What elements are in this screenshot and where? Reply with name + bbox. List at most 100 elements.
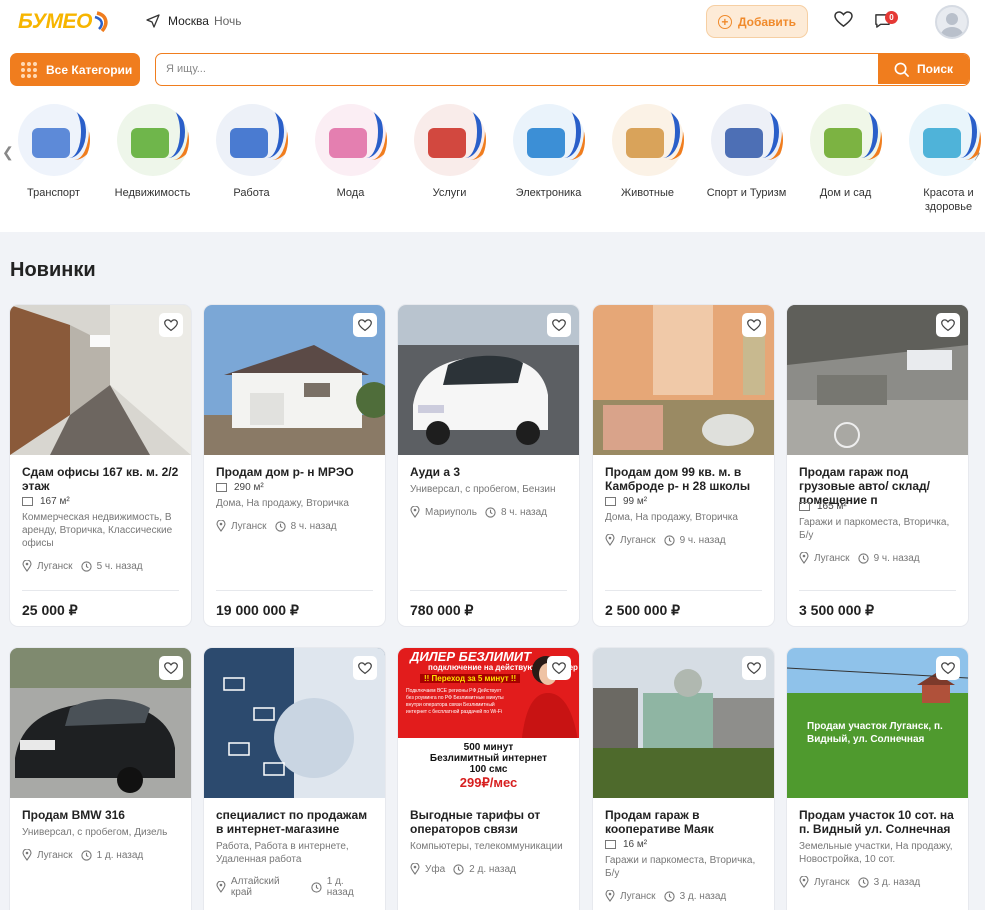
listing-time: 3 д. назад — [679, 890, 727, 902]
search-bar: Поиск — [155, 53, 970, 86]
listing-photo[interactable] — [593, 305, 774, 455]
listing-category: Универсал, с пробегом, Бензин — [410, 484, 556, 495]
listing-title[interactable]: Продам гараж под грузовые авто/ склад/ п… — [799, 465, 956, 506]
category-services[interactable]: Услуги — [400, 104, 499, 200]
listing-card[interactable]: специалист по продажам в интернет-магази… — [204, 648, 385, 910]
category-electronics[interactable]: Электроника — [499, 104, 598, 200]
category-real-estate[interactable]: Недвижимость — [103, 104, 202, 200]
listing-card[interactable]: Ауди а 3 Универсал, с пробегом, Бензин М… — [398, 305, 579, 626]
listing-title[interactable]: Продам BMW 316 — [22, 808, 179, 822]
location-selector[interactable]: Москва Ночь — [146, 14, 242, 28]
listing-photo[interactable] — [787, 305, 968, 455]
category-label: Услуги — [432, 187, 467, 199]
listing-card[interactable]: Продам участок Луганск, п. Видный, ул. С… — [787, 648, 968, 910]
search-input[interactable] — [156, 54, 878, 84]
location-pin-icon — [799, 876, 809, 888]
listing-card[interactable]: ДИЛЕР БЕЗЛИМИТ подключение на действующи… — [398, 648, 579, 910]
favorite-button[interactable] — [742, 656, 766, 680]
clock-icon — [857, 552, 869, 564]
listing-photo[interactable] — [204, 305, 385, 455]
listing-card[interactable]: Сдам офисы 167 кв. м. 2/2 этаж 167 м² Ко… — [10, 305, 191, 626]
listing-category: Универсал, с пробегом, Дизель — [22, 827, 168, 838]
house-icon — [116, 104, 189, 176]
site-logo[interactable]: БУМЕО — [18, 9, 110, 35]
favorite-button[interactable] — [159, 656, 183, 680]
listing-location: Луганск 8 ч. назад — [216, 520, 373, 532]
listing-card[interactable]: Продам дом 99 кв. м. в Камброде р- н 28 … — [593, 305, 774, 626]
favorite-button[interactable] — [742, 313, 766, 337]
listing-time: 3 д. назад — [873, 876, 921, 888]
category-label: Недвижимость — [114, 187, 191, 199]
listing-title[interactable]: Продам дом 99 кв. м. в Камброде р- н 28 … — [605, 465, 762, 493]
theme-toggle[interactable]: Ночь — [214, 14, 242, 28]
heart-icon — [164, 661, 178, 674]
favorite-button[interactable] — [936, 313, 960, 337]
listing-price: 19 000 000 ₽ — [216, 602, 299, 618]
listing-photo[interactable] — [593, 648, 774, 798]
listing-card[interactable]: Продам дом р- н МРЭО 290 м² Дома, На про… — [204, 305, 385, 626]
category-animals[interactable]: Животные — [598, 104, 697, 200]
favorite-button[interactable] — [159, 313, 183, 337]
category-label: Работа — [233, 187, 270, 199]
category-job[interactable]: Работа — [202, 104, 301, 200]
user-avatar[interactable] — [935, 5, 969, 39]
listing-title[interactable]: Сдам офисы 167 кв. м. 2/2 этаж — [22, 465, 179, 493]
listing-category: Компьютеры, телекоммуникации — [410, 841, 563, 852]
garden-icon — [809, 104, 882, 176]
listing-title[interactable]: Выгодные тарифы от операторов связи — [410, 808, 567, 836]
area-icon — [216, 483, 227, 492]
location-city: Луганск — [37, 560, 73, 572]
category-transport[interactable]: Транспорт — [4, 104, 103, 200]
listing-photo[interactable] — [10, 305, 191, 455]
listing-area: 99 м² — [605, 496, 762, 507]
favorite-button[interactable] — [353, 656, 377, 680]
category-home-garden[interactable]: Дом и сад — [796, 104, 895, 200]
listing-category: Работа, Работа в интернете, Удаленная ра… — [216, 841, 349, 865]
favorites-heart-icon[interactable] — [834, 11, 853, 28]
favorite-button[interactable] — [936, 656, 960, 680]
laptop-icon — [512, 104, 585, 176]
user-silhouette-icon — [941, 13, 963, 37]
category-beauty[interactable]: Красота и здоровье — [895, 104, 985, 214]
listing-location: Мариуполь 8 ч. назад — [410, 506, 567, 518]
listing-title[interactable]: Продам гараж в кооперативе Маяк — [605, 808, 762, 836]
search-button[interactable]: Поиск — [878, 54, 969, 84]
listing-card[interactable]: Продам BMW 316 Универсал, с пробегом, Ди… — [10, 648, 191, 910]
area-icon — [22, 497, 33, 506]
area-value: 165 м² — [817, 501, 847, 512]
all-categories-button[interactable]: Все Категории — [10, 53, 140, 86]
listing-location: Луганск 5 ч. назад — [22, 560, 179, 572]
area-value: 16 м² — [623, 839, 648, 850]
location-pin-icon — [605, 890, 615, 902]
listing-card[interactable]: Продам гараж в кооперативе Маяк 16 м² Га… — [593, 648, 774, 910]
listing-card[interactable]: Продам гараж под грузовые авто/ склад/ п… — [787, 305, 968, 626]
listing-category: Дома, На продажу, Вторичка — [605, 512, 738, 523]
category-fashion[interactable]: Мода — [301, 104, 400, 200]
listing-photo[interactable]: Продам участок Луганск, п. Видный, ул. С… — [787, 648, 968, 798]
listing-time: 1 д. назад — [96, 849, 144, 861]
location-city: Алтайский край — [230, 876, 280, 898]
listing-title[interactable]: Продам дом р- н МРЭО — [216, 465, 373, 479]
listing-title[interactable]: Ауди а 3 — [410, 465, 567, 479]
listing-price: 780 000 ₽ — [410, 602, 474, 618]
listing-photo[interactable] — [398, 305, 579, 455]
area-icon — [605, 497, 616, 506]
add-listing-button[interactable]: + Добавить — [706, 5, 808, 38]
promo-details: Подключаем ВСЕ регионы РФ Действует без … — [406, 688, 504, 715]
area-value: 167 м² — [40, 496, 70, 507]
listing-photo[interactable] — [204, 648, 385, 798]
category-sport[interactable]: Спорт и Туризм — [697, 104, 796, 200]
listing-photo[interactable]: ДИЛЕР БЕЗЛИМИТ подключение на действующи… — [398, 648, 579, 798]
location-pin-icon — [216, 520, 226, 532]
listing-title[interactable]: Продам участок 10 сот. на п. Видный ул. … — [799, 808, 956, 836]
favorite-button[interactable] — [547, 656, 571, 680]
listing-area: 167 м² — [22, 496, 179, 507]
favorite-button[interactable] — [547, 313, 571, 337]
favorite-button[interactable] — [353, 313, 377, 337]
listing-time: 9 ч. назад — [873, 552, 920, 564]
listing-title[interactable]: специалист по продажам в интернет-магази… — [216, 808, 373, 836]
listing-photo[interactable] — [10, 648, 191, 798]
location-pin-icon — [22, 849, 32, 861]
logo-text: БУМЕО — [18, 10, 92, 33]
promo-price: 299₽/мес — [459, 775, 518, 790]
